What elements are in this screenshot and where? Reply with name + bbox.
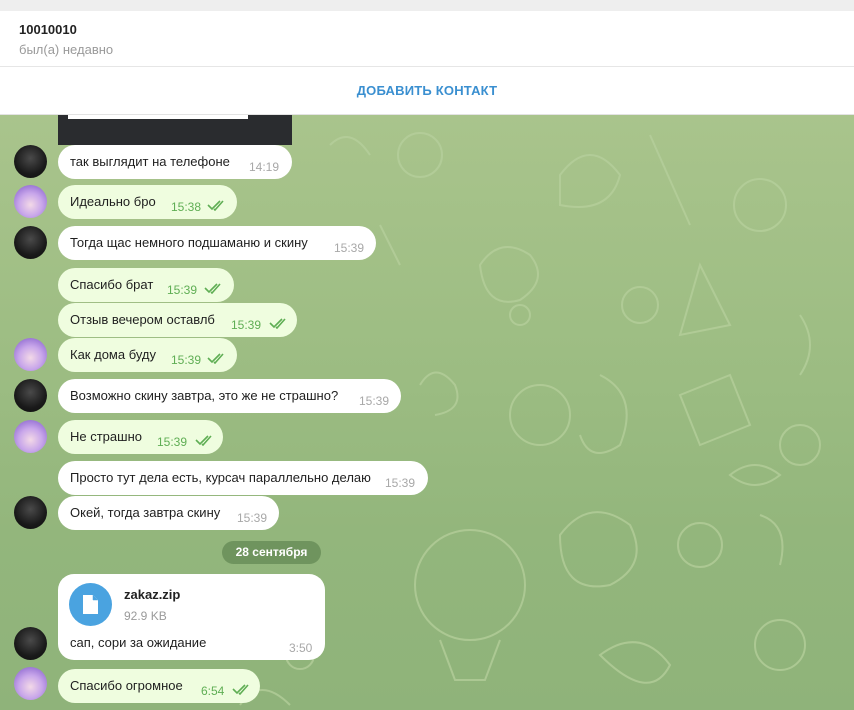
double-check-icon: [232, 684, 249, 695]
double-check-icon: [207, 200, 224, 211]
message-text: Просто тут дела есть, курсач параллельно…: [70, 470, 371, 485]
double-check-icon: [204, 283, 221, 294]
message-bubble[interactable]: Тогда щас немного подшаманю и скину 15:3…: [58, 226, 376, 260]
chat-header[interactable]: 10010010 был(а) недавно: [0, 11, 854, 67]
avatar[interactable]: [14, 338, 47, 371]
avatar[interactable]: [14, 496, 47, 529]
message-bubble[interactable]: Просто тут дела есть, курсач параллельно…: [58, 461, 428, 495]
avatar[interactable]: [14, 379, 47, 412]
message-bubble[interactable]: так выглядит на телефоне 14:19: [58, 145, 292, 179]
avatar[interactable]: [14, 185, 47, 218]
contact-name[interactable]: 10010010: [19, 22, 77, 37]
message-bubble[interactable]: Спасибо огромное 6:54: [58, 669, 260, 703]
avatar[interactable]: [14, 420, 47, 453]
message-bubble[interactable]: Возможно скину завтра, это же не страшно…: [58, 379, 401, 413]
message-time: 6:54: [201, 684, 225, 698]
message-text: так выглядит на телефоне: [70, 154, 230, 169]
message-text: сап, сори за ожидание: [70, 635, 207, 650]
image-preview-bar: [68, 115, 248, 119]
message-bubble[interactable]: Как дома буду 15:39: [58, 338, 237, 372]
message-time: 15:39: [157, 435, 188, 449]
message-bubble[interactable]: Не страшно 15:39: [58, 420, 223, 454]
message-time: 3:50: [289, 641, 313, 655]
file-download-button[interactable]: [69, 583, 112, 626]
message-text: Тогда щас немного подшаманю и скину: [70, 235, 308, 250]
message-time: 15:39: [167, 283, 198, 297]
double-check-icon: [195, 435, 212, 446]
message-time: 15:39: [359, 394, 390, 408]
avatar[interactable]: [14, 627, 47, 660]
message-text: Как дома буду: [70, 347, 157, 362]
message-text: Отзыв вечером оставлб: [70, 312, 215, 327]
message-bubble[interactable]: Отзыв вечером оставлб 15:39: [58, 303, 297, 337]
add-contact-button[interactable]: ДОБАВИТЬ КОНТАКТ: [0, 67, 854, 115]
avatar[interactable]: [14, 145, 47, 178]
message-time: 15:39: [237, 511, 268, 525]
file-message-bubble[interactable]: zakaz.zip 92.9 KB сап, сори за ожидание …: [58, 574, 325, 660]
message-time: 15:39: [171, 353, 202, 367]
message-time: 15:39: [385, 476, 416, 490]
image-preview[interactable]: [58, 115, 292, 145]
message-text: Спасибо огромное: [70, 678, 183, 693]
message-text: Окей, тогда завтра скину: [70, 505, 221, 520]
contact-status: был(а) недавно: [19, 42, 114, 57]
message-text: Не страшно: [70, 429, 142, 444]
message-time: 15:38: [171, 200, 202, 214]
avatar[interactable]: [14, 226, 47, 259]
message-time: 15:39: [231, 318, 262, 332]
message-text: Возможно скину завтра, это же не страшно…: [70, 388, 339, 403]
double-check-icon: [207, 353, 224, 364]
add-contact-bar: ДОБАВИТЬ КОНТАКТ: [0, 67, 854, 115]
message-text: Спасибо брат: [70, 277, 154, 292]
window-top-strip: [0, 0, 854, 11]
message-time: 14:19: [249, 160, 280, 174]
file-name[interactable]: zakaz.zip: [124, 587, 180, 602]
message-text: Идеально бро: [70, 194, 156, 209]
message-bubble[interactable]: Спасибо брат 15:39: [58, 268, 234, 302]
avatar[interactable]: [14, 667, 47, 700]
message-bubble[interactable]: Идеально бро 15:38: [58, 185, 237, 219]
date-divider: 28 сентября: [222, 541, 321, 564]
message-bubble[interactable]: Окей, тогда завтра скину 15:39: [58, 496, 279, 530]
double-check-icon: [269, 318, 286, 329]
chat-area[interactable]: так выглядит на телефоне 14:19 Идеально …: [0, 115, 854, 710]
file-icon: [83, 595, 98, 614]
message-time: 15:39: [334, 241, 365, 255]
file-size: 92.9 KB: [124, 609, 167, 623]
